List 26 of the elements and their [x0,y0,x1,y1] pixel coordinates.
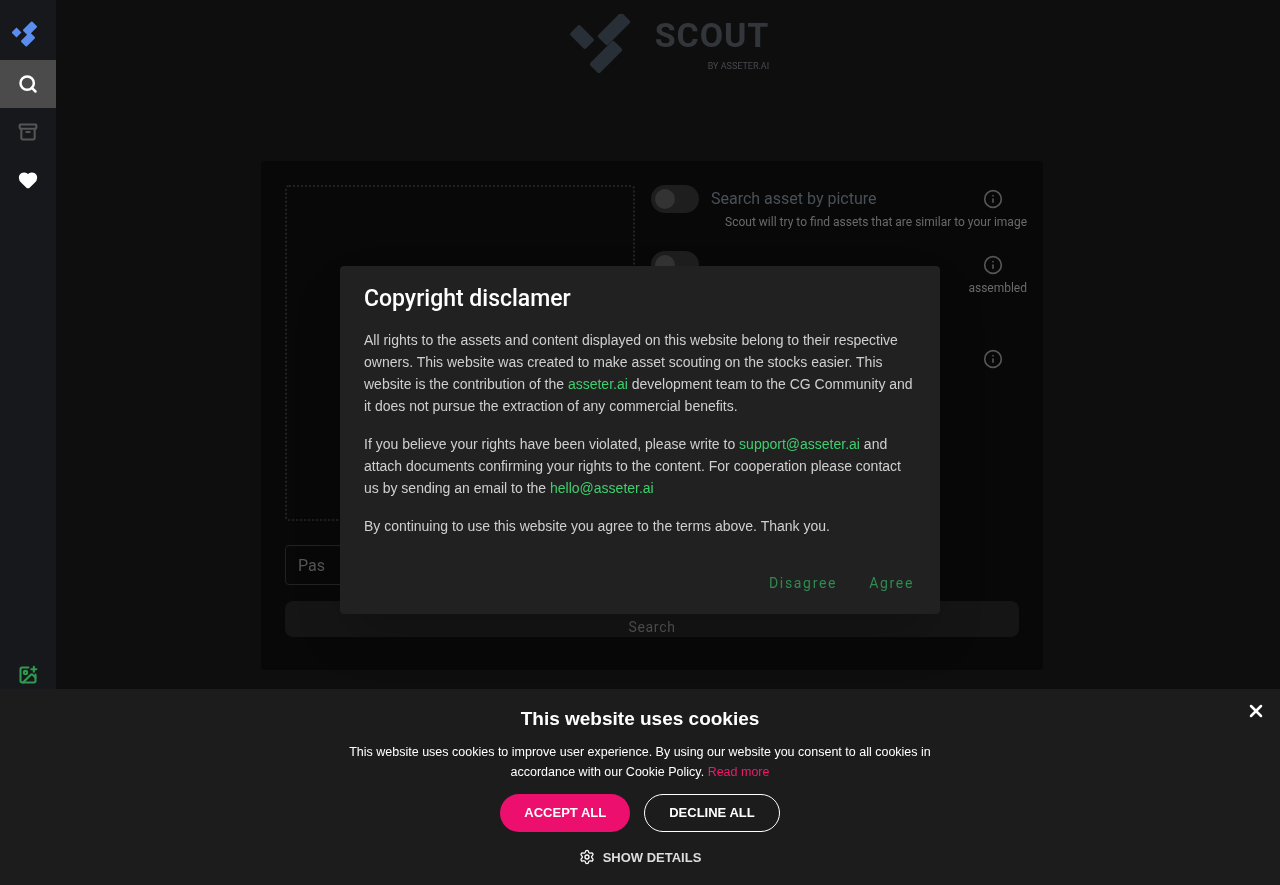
cookie-text: This website uses cookies to improve user experience. By using our website you consent to all cookies in accordance with our Cookie Policy. Read more [348,743,932,781]
accept-all-button[interactable]: ACCEPT ALL [500,793,631,832]
image-plus-icon[interactable] [16,665,40,685]
heart-icon [18,170,38,190]
email-link[interactable]: support@asseter.ai [739,435,860,452]
info-icon[interactable] [983,349,1003,369]
dialog-paragraph: All rights to the assets and content displayed on this website belong to their respective owners. This website was created to make asset scouting on the stocks easier. This website is the contribution of the asseter.ai development team to the CG Community and it does not pursue the extraction of any commercial benefits. [364,330,914,416]
dialog-button[interactable]: Disagree [756,569,850,598]
dialog-title: Copyright disclamer [364,284,572,314]
search-icon [18,74,38,94]
cookie-title: This website uses cookies [520,707,760,731]
toggle-switch[interactable] [651,185,699,213]
read-more-link[interactable]: Read more [707,764,770,779]
dialog-paragraph: By continuing to use this website you agree to the terms above. Thank you. [364,516,831,536]
sidebar-item[interactable] [0,60,56,108]
info-icon[interactable] [983,189,1003,209]
dialog-button[interactable]: Agree [857,569,926,598]
dialog-paragraph: If you believe your rights have been violated, please write to support@asseter.ai and attach documents confirming your rights to the content. For cooperation please contact us by sending an email to the hello@asseter.ai [364,434,902,498]
email-link[interactable]: hello@asseter.ai [550,479,654,496]
option-hint: assembled [967,280,1027,297]
option-title: Search asset by picture [711,188,878,210]
info-icon[interactable] [983,255,1003,275]
gear-icon [578,849,595,866]
show-details-button[interactable]: SHOW DETAILS [578,847,702,867]
email-link[interactable]: asseter.ai [567,375,628,392]
option-hint: Scout will try to find assets that are similar to your image [724,214,1027,231]
